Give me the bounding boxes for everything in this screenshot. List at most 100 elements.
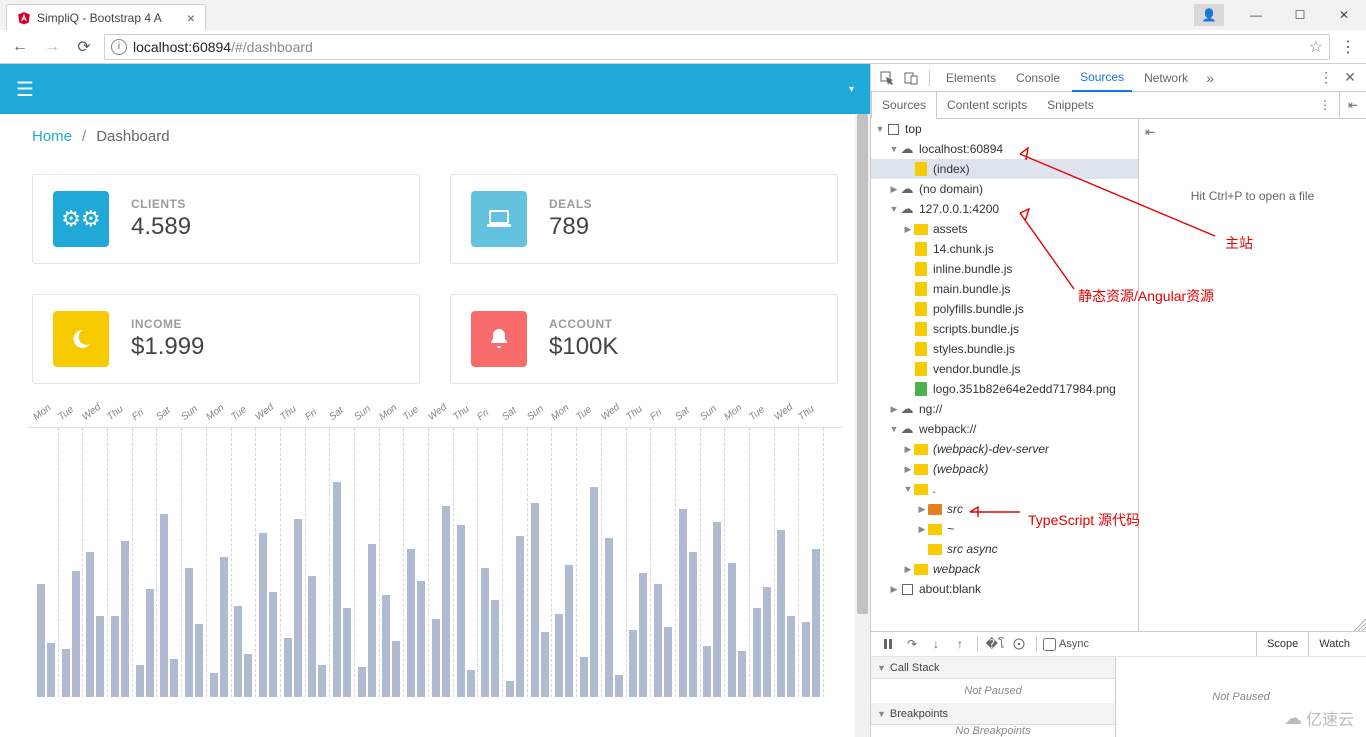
chart-bar <box>565 565 573 697</box>
chart-bar <box>195 624 203 697</box>
device-icon[interactable] <box>901 68 921 88</box>
step-out-icon[interactable]: ↑ <box>949 634 971 654</box>
tab-elements[interactable]: Elements <box>938 64 1004 92</box>
subtab-snippets[interactable]: Snippets <box>1037 92 1104 119</box>
tree-item[interactable]: ▼. <box>871 479 1138 499</box>
tree-item[interactable]: ▼☁127.0.0.1:4200 <box>871 199 1138 219</box>
minimize-icon[interactable]: — <box>1234 1 1278 29</box>
chart-x-label: Fri <box>648 399 674 423</box>
resizer-icon[interactable] <box>1354 619 1366 631</box>
chart-x-label: Tue <box>229 399 255 423</box>
caret-down-icon[interactable]: ▾ <box>849 84 854 95</box>
chart-x-label: Mon <box>550 399 576 423</box>
sources-tree[interactable]: ▼top▼☁localhost:60894(index)▶☁(no domain… <box>871 119 1139 631</box>
tree-item[interactable]: ▶☁(no domain) <box>871 179 1138 199</box>
subtab-sources[interactable]: Sources <box>871 92 937 119</box>
chart-bar <box>234 606 242 697</box>
tree-item[interactable]: ▶(webpack)-dev-server <box>871 439 1138 459</box>
tab-console[interactable]: Console <box>1008 64 1068 92</box>
url-path: /#/dashboard <box>231 39 313 55</box>
tree-item[interactable]: inline.bundle.js <box>871 259 1138 279</box>
close-icon[interactable]: × <box>187 10 195 26</box>
card-value: 789 <box>549 213 592 241</box>
deactivate-bp-icon[interactable]: �โ <box>984 634 1006 654</box>
card-value: 4.589 <box>131 213 191 241</box>
panel-watch[interactable]: Watch <box>1309 632 1360 656</box>
url-bar[interactable]: i localhost:60894 /#/dashboard ☆ <box>104 34 1330 60</box>
reload-icon[interactable]: ⟳ <box>72 35 96 59</box>
chart-column <box>478 428 503 697</box>
tree-item[interactable]: ▼☁localhost:60894 <box>871 139 1138 159</box>
chart-column <box>59 428 84 697</box>
inspect-icon[interactable] <box>877 68 897 88</box>
site-info-icon[interactable]: i <box>111 39 127 55</box>
chart-bar <box>382 595 390 697</box>
devtools: Elements Console Sources Network » ⋮ ✕ S… <box>870 64 1366 737</box>
chart-bar <box>269 592 277 697</box>
tree-item[interactable]: (index) <box>871 159 1138 179</box>
chart-bar <box>615 675 623 697</box>
panel-toggle-icon[interactable]: ⇤ <box>1340 98 1366 112</box>
chart-bar <box>802 622 810 697</box>
chart-bar <box>294 519 302 697</box>
tree-item[interactable]: ▼☁webpack:// <box>871 419 1138 439</box>
maximize-icon[interactable]: ☐ <box>1278 1 1322 29</box>
close-window-icon[interactable]: ✕ <box>1322 1 1366 29</box>
back-icon[interactable]: ← <box>8 35 32 59</box>
tree-item[interactable]: ▶☁ng:// <box>871 399 1138 419</box>
browser-menu-icon[interactable]: ⋮ <box>1338 37 1358 57</box>
tree-item[interactable]: vendor.bundle.js <box>871 359 1138 379</box>
card-label: INCOME <box>131 317 204 331</box>
pause-exceptions-icon[interactable] <box>1008 634 1030 654</box>
card-label: ACCOUNT <box>549 317 618 331</box>
devtools-menu-icon[interactable]: ⋮ <box>1316 68 1336 88</box>
subtab-content-scripts[interactable]: Content scripts <box>937 92 1037 119</box>
step-into-icon[interactable]: ↓ <box>925 634 947 654</box>
step-over-icon[interactable]: ↷ <box>901 634 923 654</box>
chart-bar <box>308 576 316 697</box>
async-checkbox[interactable]: Async <box>1043 638 1089 651</box>
chart-bar <box>343 608 351 697</box>
sources-editor: ⇤ Hit Ctrl+P to open a file <box>1139 119 1366 631</box>
tab-network[interactable]: Network <box>1136 64 1196 92</box>
tree-item[interactable]: scripts.bundle.js <box>871 319 1138 339</box>
breakpoints-header[interactable]: ▼Breakpoints <box>871 703 1115 725</box>
tab-sources[interactable]: Sources <box>1072 64 1132 92</box>
chart-bar <box>62 649 70 697</box>
more-tabs-icon[interactable]: » <box>1200 68 1220 88</box>
user-icon[interactable]: 👤 <box>1194 4 1224 26</box>
page-scrollbar[interactable] <box>855 114 870 737</box>
tree-item[interactable]: 14.chunk.js <box>871 239 1138 259</box>
tree-item[interactable]: styles.bundle.js <box>871 339 1138 359</box>
subtab-menu-icon[interactable]: ⋮ <box>1311 98 1339 112</box>
sidebar-toggle-icon[interactable]: ⇤ <box>1145 125 1155 139</box>
tree-item[interactable]: ▼top <box>871 119 1138 139</box>
tree-item[interactable]: logo.351b82e64e2edd717984.png <box>871 379 1138 399</box>
breadcrumb: Home / Dashboard <box>0 114 870 158</box>
browser-chrome: SimpliQ - Bootstrap 4 A × 👤 — ☐ ✕ ← → ⟳ … <box>0 0 1366 64</box>
chart-x-label: Thu <box>451 399 477 423</box>
chart-bar <box>368 544 376 697</box>
panel-scope[interactable]: Scope <box>1257 632 1309 656</box>
hamburger-icon[interactable]: ☰ <box>16 77 34 102</box>
chart-bar <box>590 487 598 697</box>
breadcrumb-home[interactable]: Home <box>32 128 72 145</box>
callstack-header[interactable]: ▼Call Stack <box>871 657 1115 679</box>
chart-bar <box>555 614 563 697</box>
tree-item[interactable]: src async <box>871 539 1138 559</box>
editor-hint: Hit Ctrl+P to open a file <box>1191 189 1315 203</box>
chart-bar <box>333 482 341 697</box>
scrollbar-thumb[interactable] <box>857 114 868 614</box>
tree-item[interactable]: ▶(webpack) <box>871 459 1138 479</box>
chart-column <box>725 428 750 697</box>
tree-item[interactable]: ▶webpack <box>871 559 1138 579</box>
devtools-close-icon[interactable]: ✕ <box>1340 68 1360 88</box>
bookmark-star-icon[interactable]: ☆ <box>1309 37 1323 57</box>
tree-item[interactable]: ▶about:blank <box>871 579 1138 599</box>
browser-tab[interactable]: SimpliQ - Bootstrap 4 A × <box>6 4 206 30</box>
chart-column <box>108 428 133 697</box>
chart-x-label: Sat <box>327 399 353 423</box>
tree-item[interactable]: ▶assets <box>871 219 1138 239</box>
chart-column <box>528 428 553 697</box>
pause-icon[interactable] <box>877 634 899 654</box>
